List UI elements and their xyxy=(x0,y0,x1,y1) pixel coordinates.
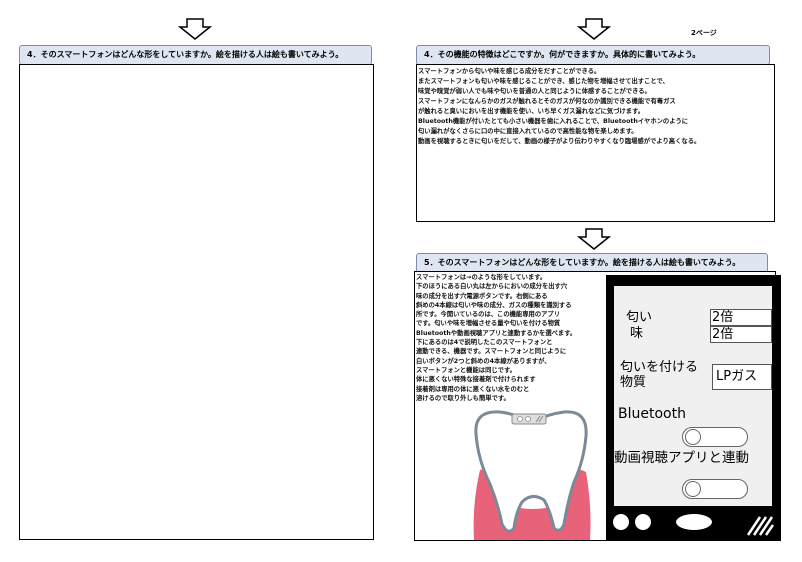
toggle-knob xyxy=(685,429,701,445)
phone-illustration: 匂い 2倍 味 2倍 匂いを付ける 物質 LPガス Bluetooth 動画視聴… xyxy=(606,275,781,541)
toggle-knob xyxy=(685,481,701,497)
answer-line: が触れると臭いにおいを出す機能を使い、いち早くガス漏れなどに気づけます。 xyxy=(418,108,645,115)
answer-line: 接着剤は専用の体に悪くない水をのむと xyxy=(416,385,530,393)
substance-select[interactable]: LPガス xyxy=(712,364,772,390)
answer-line: 連動できる、機器です。スマートフォンと同じように xyxy=(416,348,567,356)
answer-line: スマートフォンから匂いや味を感じる成分をだすことができる。 xyxy=(418,68,601,75)
answer-line: です。匂いや味を増幅させる量や匂いを付ける物質 xyxy=(416,320,561,328)
page-label: 2ページ xyxy=(691,29,717,37)
smell-value-field[interactable]: 2倍 xyxy=(710,309,772,326)
answer-line: 白いボタンが2つと斜めの4本線がありますが、 xyxy=(416,357,551,365)
power-button[interactable] xyxy=(676,514,712,530)
answer-line: スマートフォンは→のような形をしています。 xyxy=(416,274,547,281)
answer-line: 味の成分を出す穴電源ボタンです。右側にある xyxy=(416,292,548,300)
substance-label-line2: 物質 xyxy=(620,375,647,390)
taste-label: 味 xyxy=(630,326,644,341)
sensor-lines-icon xyxy=(746,516,774,536)
taste-outlet-button[interactable] xyxy=(635,514,651,530)
answer-line: 体に悪くない特殊な接着剤で付けられます xyxy=(416,376,536,384)
right-bottom-question-header: 5．そのスマートフォンはどんな形をしていますか。絵を描ける人は絵も書いてみよう。 xyxy=(416,253,768,273)
phone-screen: 匂い 2倍 味 2倍 匂いを付ける 物質 LPガス Bluetooth 動画視聴… xyxy=(614,286,772,506)
substance-label-line1: 匂いを付ける xyxy=(620,360,699,375)
answer-line: 溶けるので取り外しも簡単です。 xyxy=(416,394,510,402)
video-app-toggle[interactable] xyxy=(682,479,748,499)
answer-line: 匂い漏れがなくさらに口の中に直接入れているので高性能な物を楽しめます。 xyxy=(418,128,638,135)
left-question-header: 4．そのスマートフォンはどんな形をしていますか。絵を描ける人は絵も書いてみよう。 xyxy=(19,45,372,65)
right-bottom-answer-text: スマートフォンは→のような形をしています。 下のほうにある白い丸は左からにおいの… xyxy=(416,273,576,403)
down-arrow-icon xyxy=(577,18,611,40)
answer-line: 斜めの4本線は匂いや味の成分、ガスの種類を識別する xyxy=(416,301,572,309)
bluetooth-label: Bluetooth xyxy=(618,406,686,422)
bluetooth-toggle[interactable] xyxy=(682,427,748,447)
down-arrow-icon xyxy=(178,18,212,40)
tooth-device-icon xyxy=(473,410,591,540)
smell-label: 匂い xyxy=(626,310,653,325)
smell-outlet-button[interactable] xyxy=(613,514,629,530)
answer-line: またスマートフォンも匂いや味を感じることができ、感じた物を増幅させて出すことで、 xyxy=(418,78,669,85)
answer-line: Bluetooth機能が付いたとても小さい機器を歯に入れることで、Bluetoo… xyxy=(418,118,689,125)
right-top-question-header: 4．その機能の特徴はどこですか。何ができますか。具体的に書いてみよう。 xyxy=(416,45,770,65)
right-top-answer-text: スマートフォンから匂いや味を感じる成分をだすことができる。 またスマートフォンも… xyxy=(418,67,700,147)
answer-line: 所です。今開いているのは、この機能専用のアプリ xyxy=(416,311,561,319)
answer-line: 味覚や嗅覚が弱い人でも味や匂いを普通の人と同じように体感することができる。 xyxy=(418,88,651,95)
answer-line: スマートフォンになんらかのガスが触れるとそのガスが何なのか識別できる機能で有毒ガ… xyxy=(418,98,676,105)
answer-line: 下のほうにある白い丸は左からにおいの成分を出す穴 xyxy=(416,283,568,291)
left-answer-box[interactable] xyxy=(19,64,374,540)
answer-line: 下にあるのは4で説明したこのスマートフォンと xyxy=(416,339,553,347)
answer-line: スマートフォンと機能は同じです。 xyxy=(416,366,516,374)
taste-value-field[interactable]: 2倍 xyxy=(710,326,772,343)
video-app-label: 動画視聴アプリと連動 xyxy=(614,450,749,466)
down-arrow-icon xyxy=(577,228,611,250)
answer-line: Bluetoothや動画視聴アプリと連動するかを選べます。 xyxy=(416,329,577,337)
answer-line: 動画を視聴するときに匂いをだして、動画の様子がより伝わりやすくなり臨場感がでより… xyxy=(418,138,701,145)
